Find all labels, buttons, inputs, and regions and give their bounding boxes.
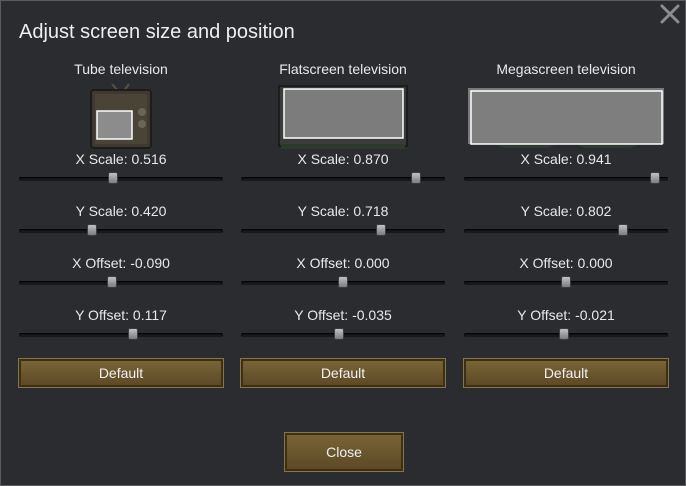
slider-thumb[interactable]	[561, 276, 571, 288]
slider-track	[19, 177, 223, 181]
default-button[interactable]: Default	[463, 358, 669, 388]
slider-thumb[interactable]	[410, 172, 421, 184]
default-button[interactable]: Default	[18, 358, 224, 388]
slider-track	[464, 229, 668, 233]
x-offset-label: X Offset: 0.000	[519, 255, 613, 271]
x-scale-label: X Scale: 0.870	[297, 151, 389, 167]
x-scale-slider[interactable]	[241, 172, 445, 186]
slider-thumb[interactable]	[338, 276, 348, 288]
y-offset-label: Y Offset: -0.021	[517, 307, 615, 323]
flatscreen-tv-screen-rect	[283, 88, 404, 139]
megascreen-tv-preview	[464, 82, 668, 150]
slider-track	[241, 229, 445, 233]
x-scale-label: X Scale: 0.516	[75, 151, 167, 167]
slider-track	[19, 333, 223, 337]
x-scale-label: X Scale: 0.941	[520, 151, 612, 167]
y-offset-label: Y Offset: -0.035	[294, 307, 392, 323]
megascreen-tv-icon	[468, 88, 664, 148]
megascreen-tv-screen-rect	[470, 90, 663, 145]
tube-tv-preview	[19, 82, 223, 150]
slider-track	[19, 229, 223, 233]
y-scale-label: Y Scale: 0.420	[75, 203, 167, 219]
tube-tv-column: Tube television X Scale: 0.516 Y Scale: …	[18, 59, 224, 388]
default-button[interactable]: Default	[240, 358, 446, 388]
slider-thumb[interactable]	[86, 224, 97, 236]
tube-tv-screen-rect	[96, 110, 133, 140]
y-offset-label: Y Offset: 0.117	[75, 307, 167, 323]
slider-thumb[interactable]	[618, 224, 629, 236]
x-offset-slider[interactable]	[464, 276, 668, 290]
flatscreen-tv-preview	[241, 82, 445, 150]
column-title: Flatscreen television	[279, 61, 407, 77]
slider-thumb[interactable]	[106, 276, 117, 288]
flatscreen-tv-icon	[278, 85, 408, 149]
close-icon[interactable]	[659, 3, 681, 25]
slider-thumb[interactable]	[334, 328, 345, 340]
y-scale-slider[interactable]	[19, 224, 223, 238]
slider-thumb[interactable]	[127, 328, 138, 340]
column-title: Megascreen television	[496, 61, 636, 77]
y-scale-label: Y Scale: 0.718	[297, 203, 389, 219]
x-offset-label: X Offset: -0.090	[72, 255, 170, 271]
y-offset-slider[interactable]	[19, 328, 223, 342]
slider-thumb[interactable]	[558, 328, 569, 340]
x-scale-slider[interactable]	[19, 172, 223, 186]
slider-thumb[interactable]	[376, 224, 387, 236]
column-title: Tube television	[74, 61, 168, 77]
slider-track	[19, 281, 223, 285]
slider-track	[464, 177, 668, 181]
tube-tv-icon	[90, 83, 152, 149]
close-button[interactable]: Close	[284, 432, 404, 472]
flatscreen-tv-column: Flatscreen television X Scale: 0.870 Y S…	[240, 59, 446, 388]
y-offset-slider[interactable]	[464, 328, 668, 342]
x-offset-label: X Offset: 0.000	[296, 255, 390, 271]
x-offset-slider[interactable]	[19, 276, 223, 290]
x-offset-slider[interactable]	[241, 276, 445, 290]
y-scale-slider[interactable]	[464, 224, 668, 238]
x-scale-slider[interactable]	[464, 172, 668, 186]
dialog-title: Adjust screen size and position	[19, 21, 295, 43]
slider-thumb[interactable]	[649, 172, 660, 184]
slider-thumb[interactable]	[108, 172, 119, 184]
adjust-screen-dialog: Adjust screen size and position Tube tel…	[0, 0, 686, 486]
megascreen-tv-column: Megascreen television X Scale: 0.941 Y S…	[463, 59, 669, 388]
y-scale-slider[interactable]	[241, 224, 445, 238]
y-scale-label: Y Scale: 0.802	[520, 203, 612, 219]
y-offset-slider[interactable]	[241, 328, 445, 342]
